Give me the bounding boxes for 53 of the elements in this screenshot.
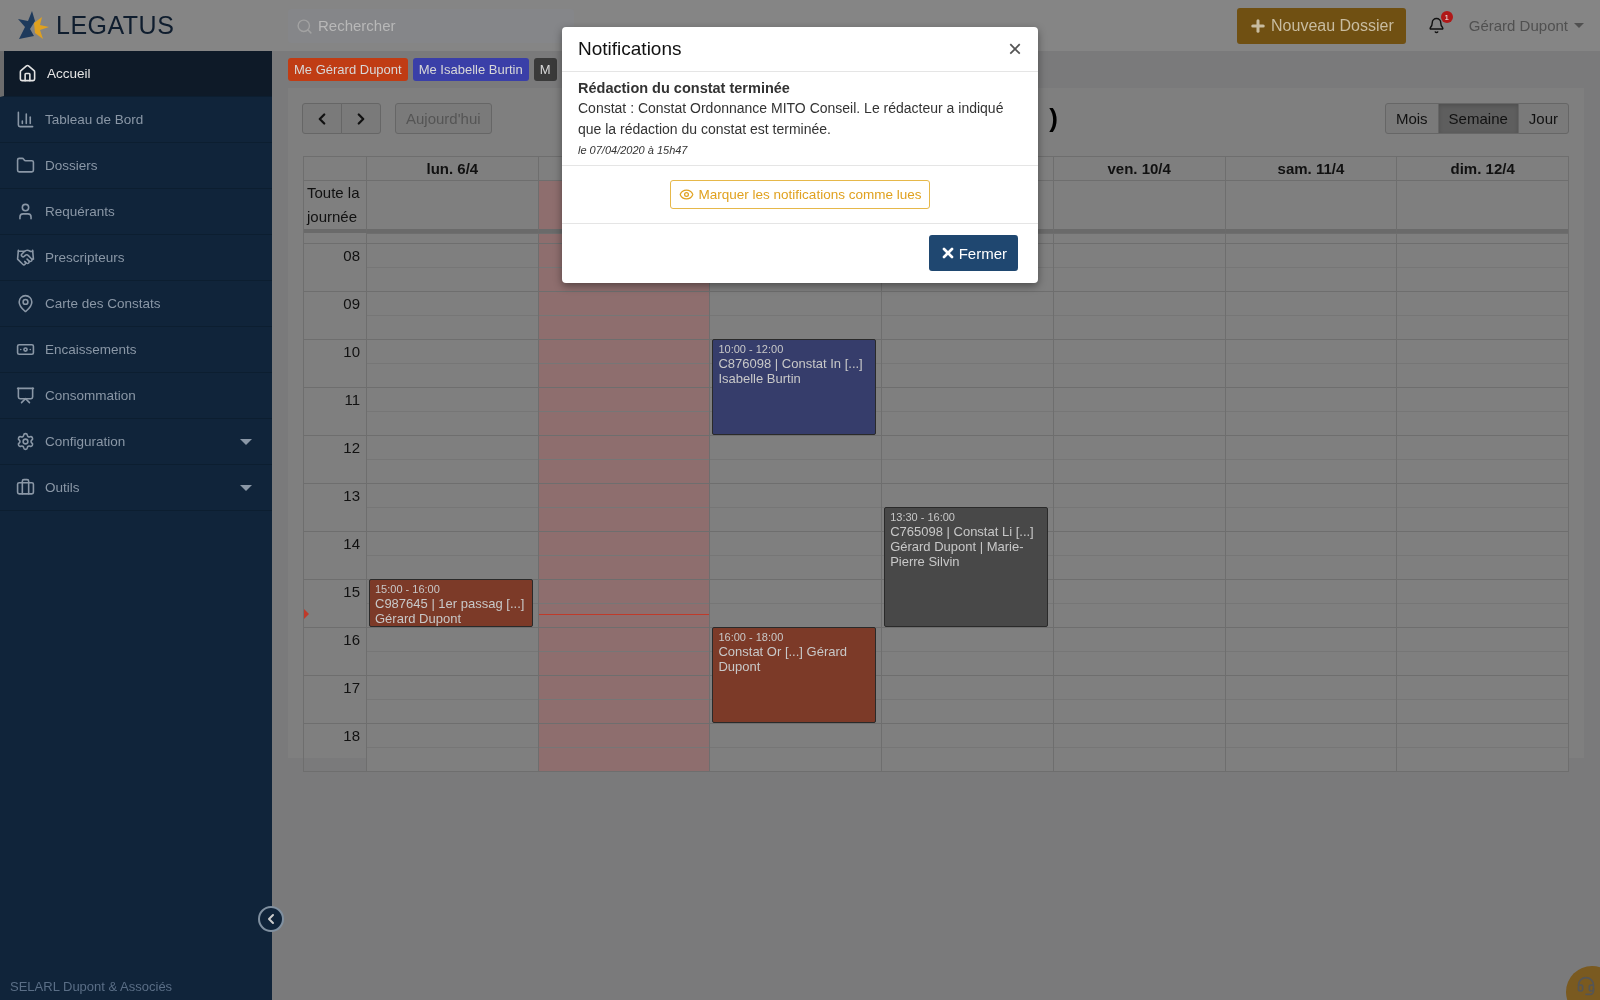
hour-label: 11 bbox=[344, 391, 360, 409]
hour-label: 15 bbox=[343, 583, 360, 601]
sidebar-item[interactable]: Consommation bbox=[0, 373, 272, 419]
hour-label: 08 bbox=[343, 247, 360, 265]
view-tab[interactable]: Mois bbox=[1384, 103, 1439, 134]
hour-label: 18 bbox=[343, 727, 360, 745]
view-tab[interactable]: Semaine bbox=[1437, 103, 1519, 134]
hour-label: 13 bbox=[343, 487, 360, 505]
event-time: 13:30 - 16:00 bbox=[890, 510, 956, 524]
calendar-event[interactable]: 13:30 - 16:00 C765098 | Constat Li [...] Gérard Dupont | Marie-Pierre Silvin bbox=[884, 507, 1048, 627]
event-time: 10:00 - 12:00 bbox=[718, 342, 785, 356]
close-dialog-button[interactable]: Fermer bbox=[928, 235, 1018, 271]
event-text: Constat Or [...] Gérard Dupont bbox=[718, 644, 849, 674]
calendar-filter-tag[interactable]: M bbox=[533, 58, 557, 81]
dialog-title: Notifications bbox=[578, 38, 682, 60]
sidebar-item[interactable]: Prescripteurs bbox=[0, 235, 272, 281]
sidebar-item[interactable]: Outils bbox=[0, 465, 272, 511]
notification-text: Constat : Constat Ordonnance MITO Conseil. Le rédacteur a indiqué que la rédaction du constat est terminée. bbox=[578, 99, 1005, 139]
sidebar-item[interactable]: Requérants bbox=[0, 189, 272, 235]
event-text: Isabelle Burtin bbox=[718, 371, 802, 386]
close-button[interactable]: × bbox=[1008, 37, 1022, 61]
hour-label: 10 bbox=[343, 343, 360, 361]
notification-title: Rédaction du constat terminée bbox=[578, 80, 791, 96]
view-tab[interactable]: Jour bbox=[1517, 103, 1569, 134]
sidebar-item[interactable]: Tableau de Bord bbox=[0, 97, 272, 143]
hour-label: 17 bbox=[343, 679, 360, 697]
notification-badge: 1 bbox=[1440, 11, 1453, 23]
calendar-event[interactable]: 15:00 - 16:00 C987645 | 1er passag [...] Gérard Dupont bbox=[369, 579, 533, 627]
event-text: C876098 | Constat In [...] bbox=[718, 356, 864, 371]
event-time: 16:00 - 18:00 bbox=[718, 630, 785, 644]
calendar-filter-tag[interactable]: Me Gérard Dupont bbox=[288, 58, 408, 81]
hour-label: 14 bbox=[343, 535, 360, 553]
hour-label: 09 bbox=[343, 295, 360, 313]
hour-label: 16 bbox=[343, 631, 360, 649]
notification-date: le 07/04/2020 à 15h47 bbox=[578, 144, 689, 156]
sidebar-item[interactable]: Carte des Constats bbox=[0, 281, 272, 327]
calendar-filter-tag[interactable]: Me Isabelle Burtin bbox=[412, 58, 529, 81]
sidebar-item[interactable]: Dossiers bbox=[0, 143, 272, 189]
sidebar-item[interactable]: Encaissements bbox=[0, 327, 272, 373]
event-time: 15:00 - 16:00 bbox=[375, 582, 441, 596]
company-name: SELARL Dupont & Associés bbox=[10, 979, 173, 994]
calendar-event[interactable]: 10:00 - 12:00 C876098 | Constat In [...] Isabelle Burtin bbox=[712, 339, 877, 435]
event-text: Gérard Dupont bbox=[375, 611, 462, 626]
calendar-title: ) bbox=[1049, 103, 1058, 134]
sidebar-item[interactable]: Accueil bbox=[0, 51, 272, 97]
sidebar-item[interactable]: Configuration bbox=[0, 419, 272, 465]
event-text: C987645 | 1er passag [...] bbox=[375, 596, 526, 611]
hour-label: 12 bbox=[343, 439, 360, 457]
event-text: Gérard Dupont | Marie-Pierre Silvin bbox=[890, 539, 1025, 569]
event-text: C765098 | Constat Li [...] bbox=[890, 524, 1035, 539]
calendar-event[interactable]: 16:00 - 18:00 Constat Or [...] Gérard Dupont bbox=[712, 627, 877, 723]
new-folder-button[interactable]: Nouveau Dossier bbox=[1237, 7, 1406, 44]
logo-text: LEGATUS bbox=[56, 11, 175, 40]
